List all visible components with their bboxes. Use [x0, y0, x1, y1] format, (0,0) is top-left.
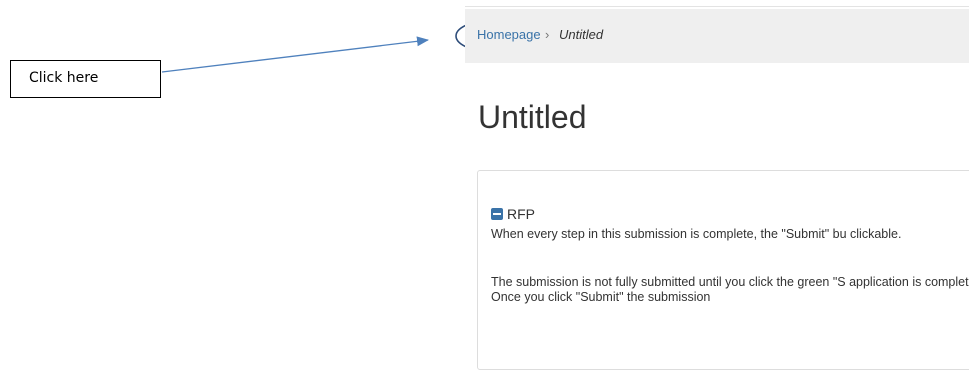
- collapse-minus-icon[interactable]: [491, 208, 503, 220]
- section-header[interactable]: RFP: [491, 206, 535, 222]
- breadcrumb-home-link[interactable]: Homepage: [477, 27, 541, 42]
- annotation-label: Click here: [29, 70, 99, 86]
- instructions-paragraph-1: When every step in this submission is co…: [491, 227, 902, 241]
- annotation-arrow: [161, 36, 429, 73]
- page-title: Untitled: [478, 99, 587, 135]
- top-divider: [465, 6, 969, 7]
- breadcrumb-current: Untitled: [559, 27, 604, 42]
- breadcrumb: Homepage › Untitled: [465, 9, 969, 63]
- content-panel: RFP When every step in this submission i…: [477, 170, 969, 370]
- annotation-callout-box: Click here: [10, 60, 161, 98]
- breadcrumb-separator: ›: [545, 27, 550, 42]
- section-title: RFP: [507, 206, 535, 222]
- instructions-paragraph-2: The submission is not fully submitted un…: [491, 275, 969, 304]
